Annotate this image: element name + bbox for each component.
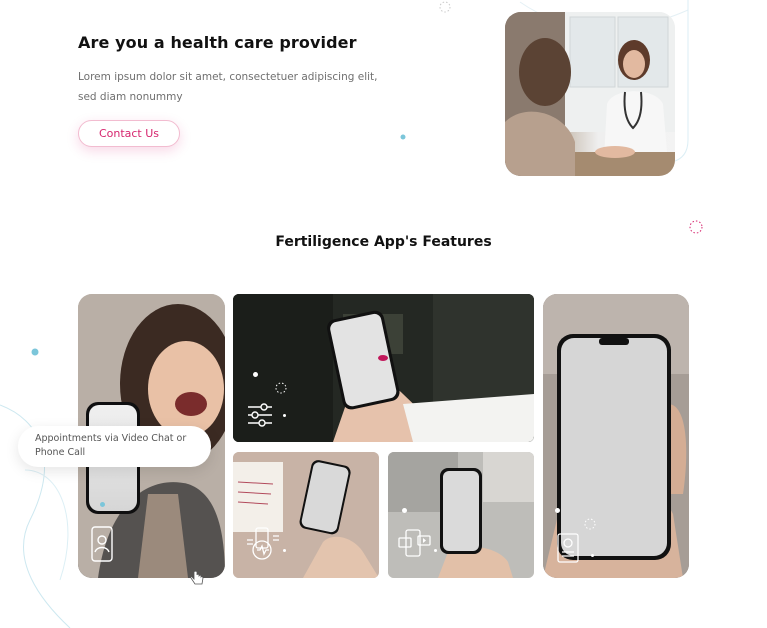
feature-tooltip: Appointments via Video Chat or Phone Cal…: [18, 426, 211, 467]
decor-dot: [283, 414, 286, 417]
hand-holding-phone-illustration: [233, 294, 534, 442]
video-chat-icon: [398, 529, 431, 557]
decor-dot: [100, 502, 105, 507]
decor-ring: [275, 382, 287, 394]
health-tracking-icon: [247, 527, 279, 560]
feature-card-medical-records[interactable]: [543, 294, 689, 578]
decor-dot: [402, 508, 407, 513]
decor-dot: [283, 549, 286, 552]
provider-description: Lorem ipsum dolor sit amet, consectetuer…: [78, 71, 378, 103]
hand-cursor-icon: [190, 570, 204, 585]
contact-us-button[interactable]: Contact Us: [78, 120, 180, 147]
decor-dot: [555, 508, 560, 513]
feature-card-health-tracking[interactable]: [233, 452, 379, 578]
decor-dot: [591, 554, 594, 557]
feature-card-appointments[interactable]: [388, 452, 534, 578]
doctor-consultation-illustration: [505, 12, 675, 176]
feature-card-settings[interactable]: [233, 294, 534, 442]
decor-dot: [434, 549, 437, 552]
contact-phone-icon: [91, 526, 113, 562]
features-section-title: Fertiligence App's Features: [275, 234, 492, 250]
sliders-icon: [248, 403, 272, 427]
doctor-consultation-image: [505, 12, 675, 176]
decor-ring: [584, 518, 596, 530]
decor-dot: [253, 372, 258, 377]
medical-record-icon: [557, 533, 579, 563]
provider-heading: Are you a health care provider: [78, 33, 357, 52]
